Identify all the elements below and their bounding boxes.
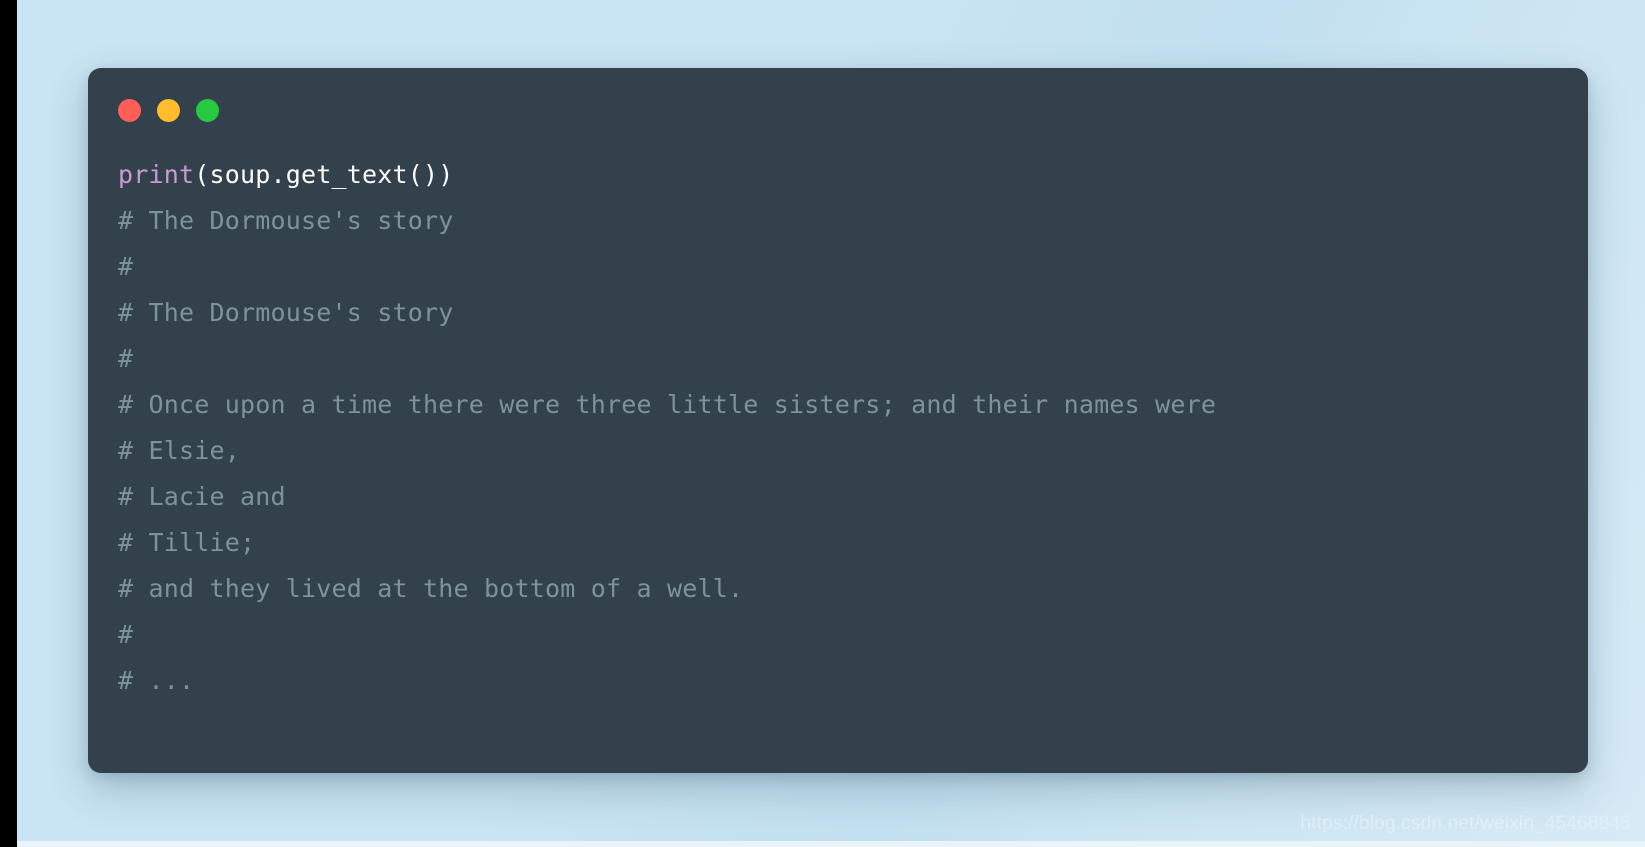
code-line-output: # <box>118 620 134 649</box>
code-snippet-card: print(soup.get_text()) # The Dormouse's … <box>88 68 1588 773</box>
watermark-url: https://blog.csdn.net/weixin_45468845 <box>1300 813 1631 834</box>
left-black-gutter <box>0 0 17 847</box>
bottom-edge-band <box>17 841 1645 847</box>
code-line-output: # Lacie and <box>118 482 286 511</box>
code-line-source: print(soup.get_text()) <box>118 152 1588 198</box>
call-token: (soup.get_text()) <box>194 160 454 189</box>
code-line-output: # <box>118 344 134 373</box>
code-line-output: # Once upon a time there were three litt… <box>118 390 1217 419</box>
minimize-dot[interactable] <box>157 98 180 122</box>
code-line-output: # ... <box>118 666 195 695</box>
code-line-output: # Elsie, <box>118 436 241 465</box>
code-line-output: # Tillie; <box>118 528 256 557</box>
print-token: print <box>118 160 195 189</box>
screenshot-stage: print(soup.get_text()) # The Dormouse's … <box>0 0 1645 847</box>
code-line-output: # The Dormouse's story <box>118 298 454 327</box>
close-dot[interactable] <box>118 98 141 122</box>
maximize-dot[interactable] <box>196 98 219 122</box>
code-line-output: # The Dormouse's story <box>118 206 454 235</box>
code-line-output: # and they lived at the bottom of a well… <box>118 574 744 603</box>
window-titlebar <box>88 68 1588 152</box>
code-line-output: # <box>118 252 134 281</box>
code-content: print(soup.get_text()) # The Dormouse's … <box>88 152 1588 773</box>
